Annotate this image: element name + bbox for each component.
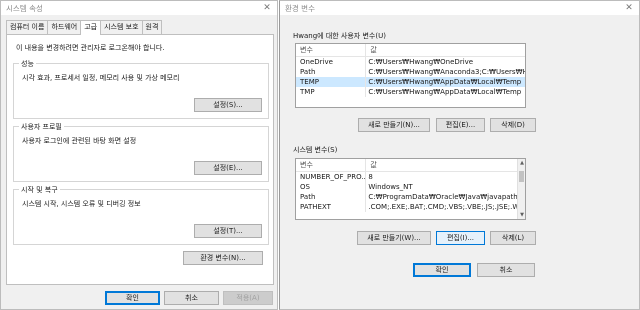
system-new-button[interactable]: 새로 만들기(W)... <box>357 231 431 245</box>
performance-description: 시각 효과, 프로세서 일정, 메모리 사용 및 가상 메모리 <box>22 74 180 82</box>
variable-name: NUMBER_OF_PRO... <box>300 173 366 181</box>
variable-name: TMP <box>300 88 315 96</box>
list-item[interactable]: TEMP C:₩Users₩Hwang₩AppData₩Local₩Temp <box>296 77 525 87</box>
system-properties-titlebar: 시스템 속성 ✕ <box>1 1 277 15</box>
system-variables-label: 시스템 변수(S) <box>293 146 338 154</box>
tab-system-protection[interactable]: 시스템 보호 <box>100 20 143 34</box>
startup-recovery-group: 시작 및 복구 시스템 시작, 시스템 오류 및 디버깅 정보 설정(T)... <box>13 185 269 245</box>
ok-button[interactable]: 확인 <box>105 291 160 305</box>
variable-name: OS <box>300 183 310 191</box>
variable-name: PATHEXT <box>300 203 331 211</box>
list-item[interactable]: Path C:₩Users₩Hwang₩Anaconda3;C:₩Users₩H… <box>296 67 525 77</box>
system-properties-window: 시스템 속성 ✕ 컴퓨터 이름 하드웨어 고급 시스템 보호 원격 이 내용을 … <box>0 0 278 310</box>
variable-name: Path <box>300 193 316 201</box>
environment-variables-window: 환경 변수 ✕ Hwang에 대한 사용자 변수(U) 변수 값 OneDriv… <box>279 0 640 310</box>
performance-group: 성능 시각 효과, 프로세서 일정, 메모리 사용 및 가상 메모리 설정(S)… <box>13 59 269 119</box>
variable-value: C:₩Users₩Hwang₩AppData₩Local₩Temp <box>365 77 525 87</box>
tab-computer-name[interactable]: 컴퓨터 이름 <box>6 20 49 34</box>
variable-name: Path <box>300 68 316 76</box>
tab-remote[interactable]: 원격 <box>141 20 163 34</box>
cancel-button[interactable]: 취소 <box>164 291 219 305</box>
variable-value: Windows_NT <box>365 182 525 192</box>
user-variables-label: Hwang에 대한 사용자 변수(U) <box>293 32 386 40</box>
scroll-down-icon[interactable]: ▼ <box>518 211 525 219</box>
user-profile-group: 사용자 프로필 사용자 로그인에 관련된 바탕 화면 설정 설정(E)... <box>13 122 269 182</box>
list-item[interactable]: TMP C:₩Users₩Hwang₩AppData₩Local₩Temp <box>296 87 525 97</box>
user-profile-description: 사용자 로그인에 관련된 바탕 화면 설정 <box>22 137 137 145</box>
close-icon[interactable]: ✕ <box>262 2 272 14</box>
performance-legend: 성능 <box>19 59 36 69</box>
scrollbar-thumb[interactable] <box>519 171 524 182</box>
system-edit-button[interactable]: 편집(I)... <box>436 231 485 245</box>
system-list-header: 변수 값 <box>296 159 525 172</box>
environment-variables-titlebar: 환경 변수 ✕ <box>280 1 639 15</box>
system-properties-title: 시스템 속성 <box>6 3 43 13</box>
user-list-header: 변수 값 <box>296 44 525 57</box>
tab-hardware[interactable]: 하드웨어 <box>47 20 82 34</box>
value-column-header[interactable]: 값 <box>365 44 525 56</box>
environment-variables-title: 환경 변수 <box>285 3 315 13</box>
variable-value: C:₩Users₩Hwang₩AppData₩Local₩Temp <box>365 87 525 97</box>
list-item[interactable]: PATHEXT .COM;.EXE;.BAT;.CMD;.VBS;.VBE;.J… <box>296 202 525 212</box>
apply-button[interactable]: 적용(A) <box>223 291 273 305</box>
scroll-up-icon[interactable]: ▲ <box>518 159 525 167</box>
startup-recovery-description: 시스템 시작, 시스템 오류 및 디버깅 정보 <box>22 200 141 208</box>
user-delete-button[interactable]: 삭제(D) <box>490 118 536 132</box>
variable-name: OneDrive <box>300 58 333 66</box>
variable-value: 8 <box>365 172 525 182</box>
system-variables-list[interactable]: 변수 값 NUMBER_OF_PRO... 8 OS Windows_NT Pa… <box>295 158 526 220</box>
startup-recovery-settings-button[interactable]: 설정(T)... <box>194 224 262 238</box>
user-edit-button[interactable]: 편집(E)... <box>436 118 485 132</box>
list-item[interactable]: NUMBER_OF_PRO... 8 <box>296 172 525 182</box>
system-list-scrollbar[interactable]: ▲ ▼ <box>517 159 525 219</box>
variable-value: C:₩ProgramData₩Oracle₩Java₩javapath;C:..… <box>365 192 525 202</box>
list-item[interactable]: OS Windows_NT <box>296 182 525 192</box>
list-item[interactable]: OneDrive C:₩Users₩Hwang₩OneDrive <box>296 57 525 67</box>
variable-value: C:₩Users₩Hwang₩OneDrive <box>365 57 525 67</box>
ok-button[interactable]: 확인 <box>413 263 471 277</box>
name-column-header[interactable]: 변수 <box>296 159 365 171</box>
variable-name: TEMP <box>300 78 319 86</box>
environment-variables-button[interactable]: 환경 변수(N)... <box>183 251 263 265</box>
variable-value: .COM;.EXE;.BAT;.CMD;.VBS;.VBE;.JS;.JSE;.… <box>365 202 525 212</box>
value-column-header[interactable]: 값 <box>365 159 525 171</box>
admin-notice: 이 내용을 변경하려면 관리자로 로그온해야 합니다. <box>16 44 165 52</box>
user-new-button[interactable]: 새로 만들기(N)... <box>358 118 430 132</box>
tab-bar: 컴퓨터 이름 하드웨어 고급 시스템 보호 원격 <box>6 20 163 35</box>
performance-settings-button[interactable]: 설정(S)... <box>194 98 262 112</box>
close-icon[interactable]: ✕ <box>624 2 634 14</box>
list-item[interactable]: Path C:₩ProgramData₩Oracle₩Java₩javapath… <box>296 192 525 202</box>
user-profile-settings-button[interactable]: 설정(E)... <box>194 161 262 175</box>
tab-advanced[interactable]: 고급 <box>80 20 102 35</box>
advanced-tab-panel: 이 내용을 변경하려면 관리자로 로그온해야 합니다. 성능 시각 효과, 프로… <box>6 34 274 285</box>
system-delete-button[interactable]: 삭제(L) <box>490 231 536 245</box>
name-column-header[interactable]: 변수 <box>296 44 365 56</box>
startup-recovery-legend: 시작 및 복구 <box>19 185 60 195</box>
user-profile-legend: 사용자 프로필 <box>19 122 64 132</box>
variable-value: C:₩Users₩Hwang₩Anaconda3;C:₩Users₩H... <box>365 67 525 77</box>
cancel-button[interactable]: 취소 <box>477 263 535 277</box>
user-variables-list[interactable]: 변수 값 OneDrive C:₩Users₩Hwang₩OneDrive Pa… <box>295 43 526 108</box>
